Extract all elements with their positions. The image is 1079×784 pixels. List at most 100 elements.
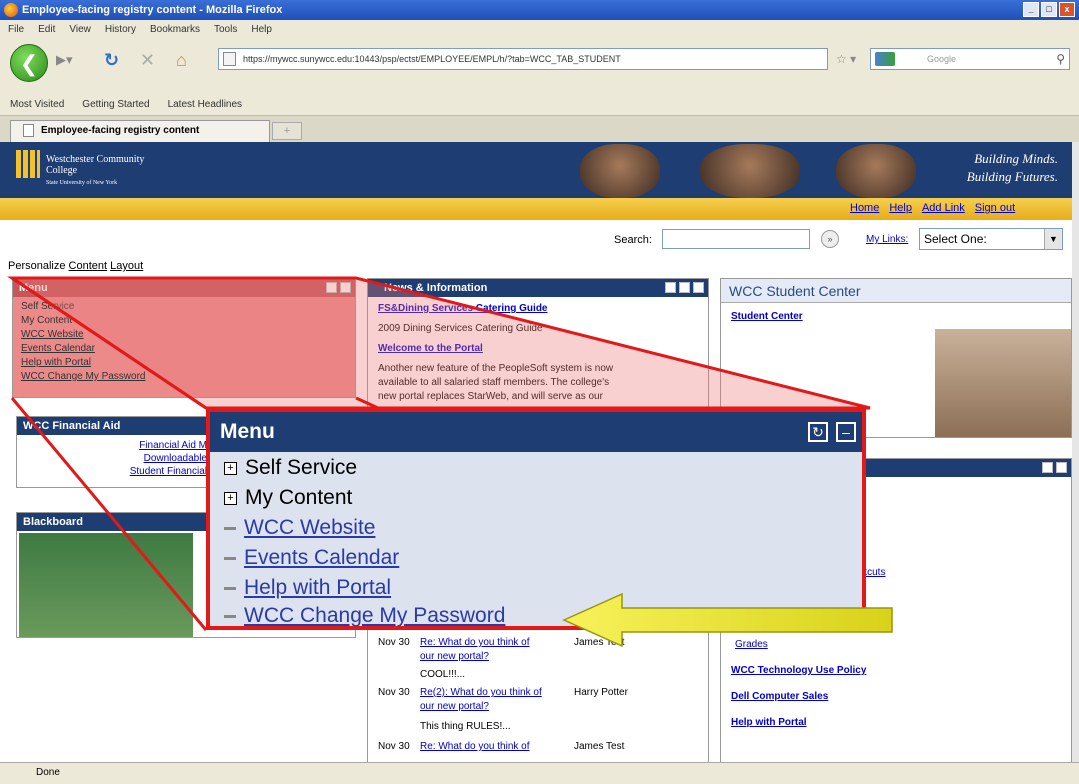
reload-icon[interactable]: ↻ <box>104 50 119 71</box>
post-author: Harry Potter <box>574 687 628 698</box>
slogan: Building Minds. Building Futures. <box>967 150 1058 186</box>
address-bar[interactable]: https://mywcc.sunywcc.edu:10443/psp/ects… <box>218 48 828 70</box>
close-button[interactable]: x <box>1059 2 1075 17</box>
search-engine-box[interactable]: Google ⚲ <box>870 48 1070 70</box>
new-tab-button[interactable]: + <box>272 122 302 140</box>
blackboard-photo <box>19 533 193 637</box>
my-links-label[interactable]: My Links: <box>866 234 908 245</box>
news-body-3: new portal replaces StarWeb, and will se… <box>378 391 603 402</box>
help-portal-link[interactable]: Help with Portal <box>731 717 807 728</box>
minimize-icon[interactable] <box>693 282 704 293</box>
zoom-menu-change-password[interactable]: WCC Change My Password <box>224 604 505 628</box>
menu-item-events-calendar[interactable]: Events Calendar <box>21 343 95 354</box>
my-links-value: Select One: <box>924 232 987 246</box>
refresh-icon[interactable] <box>326 282 337 293</box>
expand-icon[interactable]: + <box>224 461 237 475</box>
chevron-down-icon[interactable]: ▼ <box>1044 229 1062 249</box>
post-link[interactable]: Re(2): What do you think of <box>420 687 542 698</box>
zoom-menu-self-service[interactable]: + Self Service <box>224 456 357 480</box>
zoom-item-label: My Content <box>245 486 353 509</box>
search-go-icon[interactable]: » <box>821 230 839 248</box>
post-link-2[interactable]: our new portal? <box>420 701 489 712</box>
menu-history[interactable]: History <box>105 24 136 35</box>
menu-help[interactable]: Help <box>251 24 272 35</box>
search-input[interactable] <box>662 229 810 249</box>
layout-link[interactable]: Layout <box>110 260 143 272</box>
home-icon[interactable]: ⌂ <box>176 50 187 71</box>
finaid-link-3[interactable]: Student Financial <box>97 465 207 478</box>
college-name: Westchester Community College <box>46 154 145 176</box>
news-body-1: Another new feature of the PeopleSoft sy… <box>378 363 614 374</box>
bookmark-most-visited[interactable]: Most Visited <box>10 99 64 110</box>
status-text: Done <box>36 767 60 778</box>
zoom-menu-help-portal[interactable]: Help with Portal <box>224 576 391 600</box>
menu-view[interactable]: View <box>69 24 91 35</box>
menu-edit[interactable]: Edit <box>38 24 55 35</box>
google-icon[interactable] <box>875 52 895 66</box>
minimize-button[interactable]: _ <box>1023 2 1039 17</box>
tech-policy-link[interactable]: WCC Technology Use Policy <box>731 665 866 676</box>
magnifier-icon[interactable]: ⚲ <box>1056 49 1065 69</box>
post-link[interactable]: Re: What do you think of <box>420 741 530 752</box>
minimize-icon[interactable] <box>340 282 351 293</box>
my-links-select[interactable]: Select One: ▼ <box>919 228 1063 250</box>
minimize-icon[interactable]: – <box>836 422 856 442</box>
zoom-item-label: Self Service <box>245 456 358 479</box>
home-link[interactable]: Home <box>850 202 879 214</box>
banner-photo <box>580 144 660 198</box>
post-date: Nov 30 <box>378 687 410 698</box>
tab-active[interactable]: Employee-facing registry content <box>10 120 270 142</box>
menu-item-wcc-website[interactable]: WCC Website <box>21 329 84 340</box>
menu-item-help-portal[interactable]: Help with Portal <box>21 357 91 368</box>
menu-item-my-content[interactable]: My Content <box>21 315 72 326</box>
add-link[interactable]: Add Link <box>922 202 965 214</box>
dash-icon <box>224 586 236 590</box>
college-logo[interactable]: Westchester Community College State Unive… <box>16 148 166 190</box>
status-bar: Done <box>0 762 1079 784</box>
news-link-catering[interactable]: FS&Dining Services Catering Guide <box>378 303 547 314</box>
zoom-menu-my-content[interactable]: + My Content <box>224 486 352 510</box>
minimize-icon[interactable] <box>1056 462 1067 473</box>
dell-sales-link[interactable]: Dell Computer Sales <box>731 691 828 702</box>
post-link[interactable]: Re: What do you think of <box>420 637 530 648</box>
news-link-welcome[interactable]: Welcome to the Portal <box>378 343 483 354</box>
dash-icon <box>224 526 236 530</box>
maximize-button[interactable]: □ <box>1041 2 1057 17</box>
refresh-icon[interactable] <box>1042 462 1053 473</box>
zoom-item-label: Help with Portal <box>244 576 392 599</box>
refresh-icon[interactable]: ↻ <box>808 422 828 442</box>
bookmark-latest-headlines[interactable]: Latest Headlines <box>168 99 243 110</box>
zoom-menu-events-calendar[interactable]: Events Calendar <box>224 546 399 570</box>
sign-out-link[interactable]: Sign out <box>975 202 1015 214</box>
bookmark-star-icon[interactable]: ☆ ▾ <box>836 52 856 66</box>
student-center-title: WCC Student Center <box>721 279 1071 303</box>
menu-item-self-service[interactable]: Self Service <box>21 301 74 312</box>
finaid-link-1[interactable]: Financial Aid M <box>97 439 207 452</box>
help-link[interactable]: Help <box>889 202 912 214</box>
post-link-2[interactable]: our new portal? <box>420 651 489 662</box>
menu-tools[interactable]: Tools <box>214 24 237 35</box>
menu-item-change-password[interactable]: WCC Change My Password <box>21 371 145 382</box>
menu-pagelet-header: Menu <box>13 279 355 297</box>
zoom-menu-wcc-website[interactable]: WCC Website <box>224 516 375 540</box>
refresh-icon[interactable] <box>665 282 676 293</box>
edit-icon[interactable] <box>679 282 690 293</box>
finaid-link-2[interactable]: Downloadable <box>97 452 207 465</box>
expand-icon[interactable]: + <box>224 491 237 505</box>
forward-button[interactable]: ▶▾ <box>56 52 73 68</box>
financial-aid-header: WCC Financial Aid <box>17 417 215 435</box>
menu-bookmarks[interactable]: Bookmarks <box>150 24 200 35</box>
content-link[interactable]: Content <box>69 260 108 272</box>
students-photo <box>935 329 1071 437</box>
personalize-label: Personalize <box>8 260 66 272</box>
student-center-link[interactable]: Student Center <box>731 311 803 322</box>
post-snippet: This thing RULES!... <box>420 721 511 732</box>
page-scrollbar[interactable] <box>1072 142 1079 762</box>
post-author: James Test <box>574 741 625 752</box>
back-button[interactable]: ❮ <box>10 44 48 82</box>
stop-icon[interactable]: ✕ <box>140 50 155 71</box>
bookmark-getting-started[interactable]: Getting Started <box>82 99 149 110</box>
menu-file[interactable]: File <box>8 24 24 35</box>
page-icon <box>23 124 34 137</box>
zoomed-menu-title: Menu <box>210 412 862 452</box>
